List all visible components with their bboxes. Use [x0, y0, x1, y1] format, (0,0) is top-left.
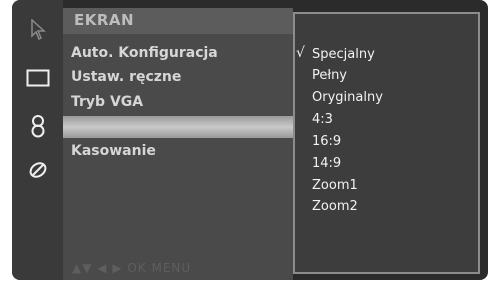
menu-category-strip: [12, 0, 63, 280]
cursor-arrow-icon[interactable]: [12, 14, 63, 46]
menu-item-auto-config[interactable]: Auto. Konfiguracja: [71, 42, 218, 64]
menu-item-manual-settings[interactable]: Ustaw. ręczne: [71, 66, 181, 88]
speaker-icon[interactable]: [12, 110, 63, 142]
submenu-item-4-3[interactable]: 4:3: [312, 110, 333, 130]
satellite-dish-icon[interactable]: [12, 154, 63, 186]
navigation-hint: ▲▼ ◀ ▶ OK MENU: [72, 261, 192, 275]
selected-check-icon: √: [296, 45, 305, 61]
submenu-item-zoom1[interactable]: Zoom1: [312, 176, 358, 196]
submenu-item-oryginalny[interactable]: Oryginalny: [312, 88, 383, 108]
submenu-item-16-9[interactable]: 16:9: [312, 132, 341, 152]
menu-selection-highlight[interactable]: [63, 116, 293, 138]
submenu-item-14-9[interactable]: 14:9: [312, 154, 341, 174]
screen-rectangle-icon[interactable]: [12, 62, 63, 94]
submenu-item-specjalny[interactable]: Specjalny: [312, 45, 375, 65]
submenu-item-zoom2[interactable]: Zoom2: [312, 197, 358, 217]
menu-item-reset[interactable]: Kasowanie: [71, 140, 156, 162]
submenu-item-pelny[interactable]: Pełny: [312, 66, 347, 86]
menu-title: EKRAN: [74, 11, 135, 29]
menu-item-vga-mode[interactable]: Tryb VGA: [71, 91, 143, 113]
